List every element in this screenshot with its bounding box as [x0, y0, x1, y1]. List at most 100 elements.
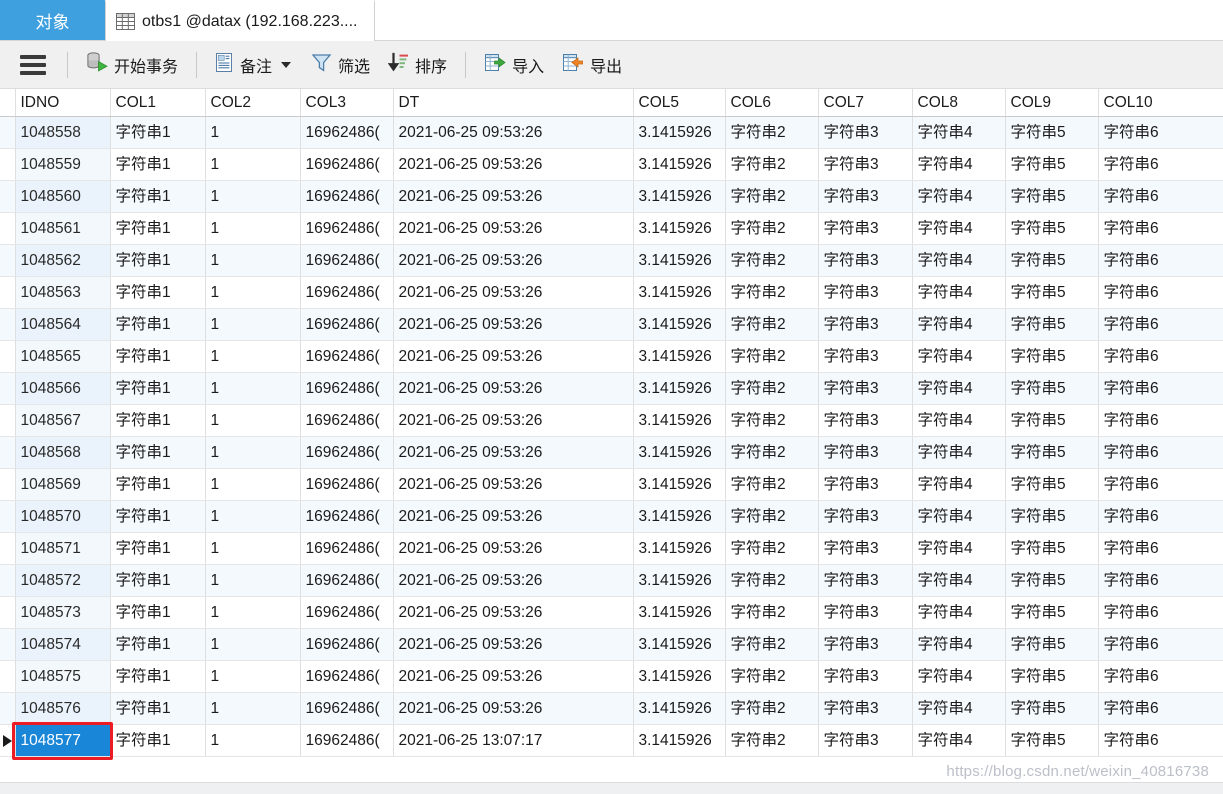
- table-row[interactable]: 1048575 字符串1 1 16962486(2021-06-25 09:53:26…: [0, 660, 1223, 693]
- table-row[interactable]: 1048574 字符串1 1 16962486(2021-06-25 09:53:26…: [0, 628, 1223, 661]
- cell-col6[interactable]: 字符串2: [725, 116, 819, 149]
- cell-col9[interactable]: 字符串5: [1005, 532, 1099, 565]
- cell-col5[interactable]: 3.1415926: [633, 372, 726, 405]
- cell-col5[interactable]: 3.1415926: [633, 340, 726, 373]
- row-gutter-cell[interactable]: [0, 564, 16, 597]
- cell-col10[interactable]: 字符串6: [1098, 724, 1223, 757]
- table-row[interactable]: 1048576 字符串1 1 16962486(2021-06-25 09:53:26…: [0, 692, 1223, 725]
- cell-col6[interactable]: 字符串2: [725, 660, 819, 693]
- cell-col2[interactable]: 1: [205, 212, 301, 245]
- cell-col7[interactable]: 字符串3: [818, 116, 913, 149]
- column-header-idno[interactable]: IDNO: [15, 89, 111, 117]
- cell-col3[interactable]: 16962486(: [300, 340, 394, 373]
- cell-col10[interactable]: 字符串6: [1098, 308, 1223, 341]
- cell-col3[interactable]: 16962486(: [300, 372, 394, 405]
- cell-col9[interactable]: 字符串5: [1005, 212, 1099, 245]
- row-gutter-cell[interactable]: [0, 340, 16, 373]
- row-gutter-cell[interactable]: [0, 212, 16, 245]
- cell-col2[interactable]: 1: [205, 692, 301, 725]
- cell-idno[interactable]: 1048570: [15, 500, 111, 533]
- column-header-col6[interactable]: COL6: [725, 89, 819, 117]
- row-gutter-cell[interactable]: [0, 436, 16, 469]
- cell-col9[interactable]: 字符串5: [1005, 340, 1099, 373]
- cell-idno[interactable]: 1048576: [15, 692, 111, 725]
- cell-idno[interactable]: 1048561: [15, 212, 111, 245]
- cell-col9[interactable]: 字符串5: [1005, 692, 1099, 725]
- cell-col5[interactable]: 3.1415926: [633, 276, 726, 309]
- row-gutter-cell[interactable]: [0, 404, 16, 437]
- row-gutter-cell[interactable]: [0, 308, 16, 341]
- cell-idno[interactable]: 1048564: [15, 308, 111, 341]
- cell-col10[interactable]: 字符串6: [1098, 692, 1223, 725]
- cell-col7[interactable]: 字符串3: [818, 660, 913, 693]
- table-row[interactable]: 1048570 字符串1 1 16962486(2021-06-25 09:53:26…: [0, 500, 1223, 533]
- cell-col2[interactable]: 1: [205, 308, 301, 341]
- column-header-col9[interactable]: COL9: [1005, 89, 1099, 117]
- cell-col10[interactable]: 字符串6: [1098, 180, 1223, 213]
- cell-dt[interactable]: 2021-06-25 09:53:26: [393, 372, 634, 405]
- cell-col9[interactable]: 字符串5: [1005, 628, 1099, 661]
- cell-col8[interactable]: 字符串4: [912, 660, 1006, 693]
- cell-col8[interactable]: 字符串4: [912, 116, 1006, 149]
- cell-dt[interactable]: 2021-06-25 09:53:26: [393, 340, 634, 373]
- row-gutter-cell[interactable]: [0, 724, 16, 757]
- filter-button[interactable]: 筛选: [303, 48, 378, 82]
- cell-idno[interactable]: 1048571: [15, 532, 111, 565]
- row-gutter-cell[interactable]: [0, 180, 16, 213]
- column-header-col2[interactable]: COL2: [205, 89, 301, 117]
- cell-col2[interactable]: 1: [205, 244, 301, 277]
- cell-dt[interactable]: 2021-06-25 09:53:26: [393, 628, 634, 661]
- table-row[interactable]: 1048572 字符串1 1 16962486(2021-06-25 09:53:26…: [0, 564, 1223, 597]
- cell-dt[interactable]: 2021-06-25 09:53:26: [393, 596, 634, 629]
- cell-col8[interactable]: 字符串4: [912, 404, 1006, 437]
- cell-col10[interactable]: 字符串6: [1098, 436, 1223, 469]
- tab-table-otbs1[interactable]: otbs1 @datax (192.168.223....: [105, 0, 375, 41]
- table-row[interactable]: 1048561 字符串1 1 16962486(2021-06-25 09:53:26…: [0, 212, 1223, 245]
- cell-col8[interactable]: 字符串4: [912, 724, 1006, 757]
- cell-dt[interactable]: 2021-06-25 09:53:26: [393, 692, 634, 725]
- cell-col7[interactable]: 字符串3: [818, 180, 913, 213]
- cell-col10[interactable]: 字符串6: [1098, 596, 1223, 629]
- cell-col3[interactable]: 16962486(: [300, 596, 394, 629]
- cell-idno[interactable]: 1048567: [15, 404, 111, 437]
- data-grid[interactable]: IDNO COL1 COL2 COL3 DT COL5 COL6 COL7 COL8 COL9 CO…: [0, 89, 1223, 794]
- cell-col5[interactable]: 3.1415926: [633, 116, 726, 149]
- cell-col6[interactable]: 字符串2: [725, 148, 819, 181]
- cell-col6[interactable]: 字符串2: [725, 532, 819, 565]
- begin-transaction-button[interactable]: 开始事务: [78, 48, 186, 82]
- table-row[interactable]: 1048571 字符串1 1 16962486(2021-06-25 09:53:26…: [0, 532, 1223, 565]
- selected-cell[interactable]: 1048577: [15, 724, 111, 757]
- cell-col5[interactable]: 3.1415926: [633, 468, 726, 501]
- cell-col1[interactable]: 字符串1: [110, 596, 206, 629]
- cell-idno[interactable]: 1048559: [15, 148, 111, 181]
- cell-col5[interactable]: 3.1415926: [633, 244, 726, 277]
- cell-idno[interactable]: 1048575: [15, 660, 111, 693]
- cell-col10[interactable]: 字符串6: [1098, 116, 1223, 149]
- cell-col5[interactable]: 3.1415926: [633, 436, 726, 469]
- cell-col10[interactable]: 字符串6: [1098, 372, 1223, 405]
- cell-dt[interactable]: 2021-06-25 09:53:26: [393, 276, 634, 309]
- cell-dt[interactable]: 2021-06-25 09:53:26: [393, 116, 634, 149]
- cell-col8[interactable]: 字符串4: [912, 308, 1006, 341]
- row-gutter-cell[interactable]: [0, 692, 16, 725]
- cell-col1[interactable]: 字符串1: [110, 116, 206, 149]
- cell-col8[interactable]: 字符串4: [912, 692, 1006, 725]
- cell-col7[interactable]: 字符串3: [818, 628, 913, 661]
- cell-col2[interactable]: 1: [205, 116, 301, 149]
- cell-col1[interactable]: 字符串1: [110, 564, 206, 597]
- cell-col9[interactable]: 字符串5: [1005, 660, 1099, 693]
- cell-dt[interactable]: 2021-06-25 09:53:26: [393, 564, 634, 597]
- cell-idno[interactable]: 1048574: [15, 628, 111, 661]
- cell-col3[interactable]: 16962486(: [300, 692, 394, 725]
- cell-col1[interactable]: 字符串1: [110, 436, 206, 469]
- cell-col8[interactable]: 字符串4: [912, 244, 1006, 277]
- cell-col1[interactable]: 字符串1: [110, 500, 206, 533]
- cell-idno[interactable]: 1048572: [15, 564, 111, 597]
- cell-col2[interactable]: 1: [205, 276, 301, 309]
- cell-idno[interactable]: 1048560: [15, 180, 111, 213]
- cell-dt[interactable]: 2021-06-25 09:53:26: [393, 532, 634, 565]
- cell-col2[interactable]: 1: [205, 404, 301, 437]
- cell-dt[interactable]: 2021-06-25 09:53:26: [393, 244, 634, 277]
- cell-col3[interactable]: 16962486(: [300, 116, 394, 149]
- cell-col10[interactable]: 字符串6: [1098, 628, 1223, 661]
